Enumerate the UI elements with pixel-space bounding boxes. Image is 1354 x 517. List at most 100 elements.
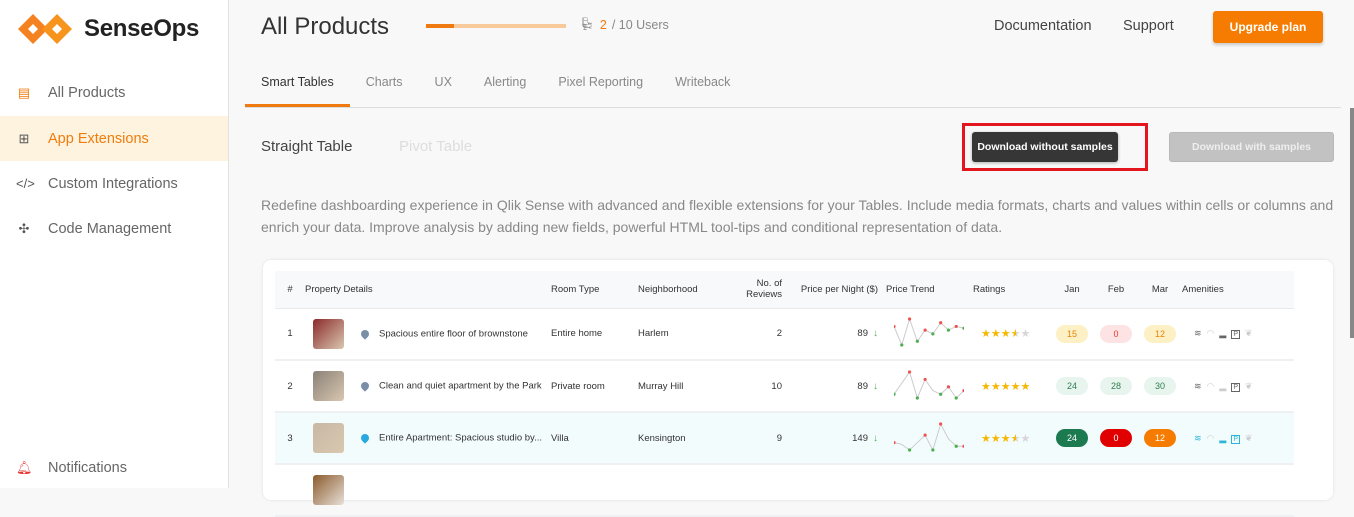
table-cell: ≋ ◠ ▂ P ❦	[1182, 360, 1294, 413]
sparkline-point	[939, 392, 943, 396]
pet-paw-icon: ❦	[1245, 432, 1253, 443]
sidebar-item-label: Custom Integrations	[48, 175, 178, 192]
sidebar-item-app-extensions[interactable]: ⊞ App Extensions	[0, 116, 228, 161]
sparkline-point	[915, 395, 919, 400]
upgrade-plan-button[interactable]: Upgrade plan	[1213, 11, 1323, 43]
pool-icon: ≋	[1194, 380, 1202, 391]
property-thumbnail[interactable]	[313, 371, 344, 401]
property-name: Entire Apartment: Spacious studio by...	[379, 432, 542, 444]
sparkline-point	[923, 377, 927, 381]
tab-writeback[interactable]: Writeback	[659, 60, 746, 107]
sidebar-item-notifications[interactable]: 🔔︎ Notifications	[0, 445, 228, 490]
column-header[interactable]: Price Trend	[886, 271, 973, 309]
location-pin-icon	[359, 328, 371, 340]
table-row[interactable]: 3 Entire Apartment: Spacious studio by...…	[275, 412, 1294, 465]
location-pin-icon	[359, 432, 371, 444]
star-icon: ★	[1020, 328, 1031, 341]
column-header[interactable]: Feb	[1094, 271, 1138, 309]
column-header[interactable]: Property Details	[305, 271, 551, 309]
column-header[interactable]: Neighborhood	[638, 271, 719, 309]
arrow-down-icon: ↓	[873, 328, 878, 340]
star-icon: ★	[990, 432, 1001, 445]
table-cell: 2	[719, 308, 790, 361]
sparkline-point	[946, 328, 951, 332]
sidebar-item-label: Notifications	[48, 459, 127, 476]
property-thumbnail[interactable]	[313, 318, 344, 349]
sparkline-point	[939, 321, 943, 325]
tab-alerting[interactable]: Alerting	[468, 60, 542, 107]
neighborhood: Murray Hill	[638, 380, 684, 392]
table-cell: 9	[719, 412, 790, 465]
table-cell: ≋ ◠ ▂ P ❦	[1182, 308, 1294, 361]
tab-ux[interactable]: UX	[419, 60, 468, 107]
table-row[interactable]: 2 Clean and quiet apartment by the Park Pr…	[275, 360, 1294, 413]
table-cell	[886, 412, 973, 465]
tab-smart-tables[interactable]: Smart Tables	[245, 60, 350, 107]
subtab-pivot-table[interactable]: Pivot Table	[399, 138, 472, 155]
month-pill-jan: 24	[1056, 377, 1088, 395]
column-header[interactable]: Room Type	[551, 271, 638, 309]
star-icon: ★	[990, 380, 1001, 393]
support-link[interactable]: Support	[1123, 18, 1174, 34]
column-header[interactable]: #	[275, 271, 305, 309]
column-header[interactable]: No. of Reviews	[719, 271, 790, 309]
row-number: 3	[287, 432, 293, 444]
pet-paw-icon: ❦	[1245, 380, 1253, 391]
sparkline-point	[954, 444, 958, 448]
table-cell	[886, 360, 973, 413]
price-trend-sparkline[interactable]	[892, 421, 966, 452]
logo[interactable]: SenseOps	[16, 12, 199, 46]
property-thumbnail[interactable]	[313, 475, 344, 505]
tab-pixel-reporting[interactable]: Pixel Reporting	[542, 60, 659, 107]
table-cell: 15	[1050, 308, 1094, 361]
senseops-logo-icon	[18, 14, 72, 44]
sparkline-point	[923, 328, 927, 332]
subtab-straight-table[interactable]: Straight Table	[261, 138, 352, 155]
price-trend-sparkline[interactable]	[892, 369, 966, 400]
scrollbar[interactable]	[1350, 108, 1354, 338]
pool-icon: ≋	[1194, 328, 1202, 339]
month-pill-mar: 30	[1144, 377, 1176, 395]
sidebar-item-custom-integrations[interactable]: </> Custom Integrations	[0, 161, 228, 206]
product-tabs: Smart Tables Charts UX Alerting Pixel Re…	[245, 60, 1341, 108]
price-trend-sparkline[interactable]	[892, 317, 966, 347]
column-header[interactable]: Ratings	[973, 271, 1050, 309]
star-icon: ★	[1010, 380, 1021, 393]
download-with-samples-button[interactable]: Download with samples	[1169, 132, 1334, 162]
table-cell: 0	[1094, 308, 1138, 361]
month-pill-feb: 0	[1100, 324, 1132, 343]
table-cell	[886, 308, 973, 361]
tab-charts[interactable]: Charts	[350, 60, 419, 107]
table-row[interactable]	[275, 464, 1294, 517]
bathtub-icon: ▂	[1219, 432, 1227, 443]
archive-icon: ▤	[17, 84, 31, 100]
download-without-samples-button[interactable]: Download without samples	[972, 132, 1118, 162]
table-cell: Entire home	[551, 308, 638, 361]
table-row[interactable]: 1 Spacious entire floor of brownstone Enti…	[275, 308, 1294, 361]
sparkline-point	[954, 325, 958, 329]
column-header[interactable]: Mar	[1138, 271, 1182, 309]
price: 149	[852, 432, 868, 444]
table-cell: 28	[1094, 360, 1138, 413]
table-cell: Private room	[551, 360, 638, 413]
parking-icon: P	[1231, 434, 1240, 444]
documentation-link[interactable]: Documentation	[994, 18, 1092, 34]
table-cell: Kensington	[638, 412, 719, 465]
column-header[interactable]: Price per Night ($)	[790, 271, 886, 309]
rating-stars: ★★★★★	[981, 328, 1031, 341]
sparkline-point	[915, 339, 919, 344]
star-icon: ★	[990, 328, 1001, 341]
table-cell: Murray Hill	[638, 360, 719, 413]
sparkline-point	[923, 433, 927, 437]
star-half-icon: ★	[1010, 432, 1021, 445]
property-thumbnail[interactable]	[313, 423, 344, 453]
star-icon: ★	[1000, 328, 1011, 341]
sidebar-item-all-products[interactable]: ▤ All Products	[0, 70, 228, 115]
month-pill-jan: 15	[1056, 324, 1088, 343]
sidebar-item-code-management[interactable]: ✣ Code Management	[0, 206, 228, 251]
column-header[interactable]: Jan	[1050, 271, 1094, 309]
table-cell: ★★★★★	[973, 360, 1050, 413]
sparkline-point	[962, 326, 966, 331]
row-number: 1	[287, 328, 293, 340]
column-header[interactable]: Amenities	[1182, 271, 1294, 309]
